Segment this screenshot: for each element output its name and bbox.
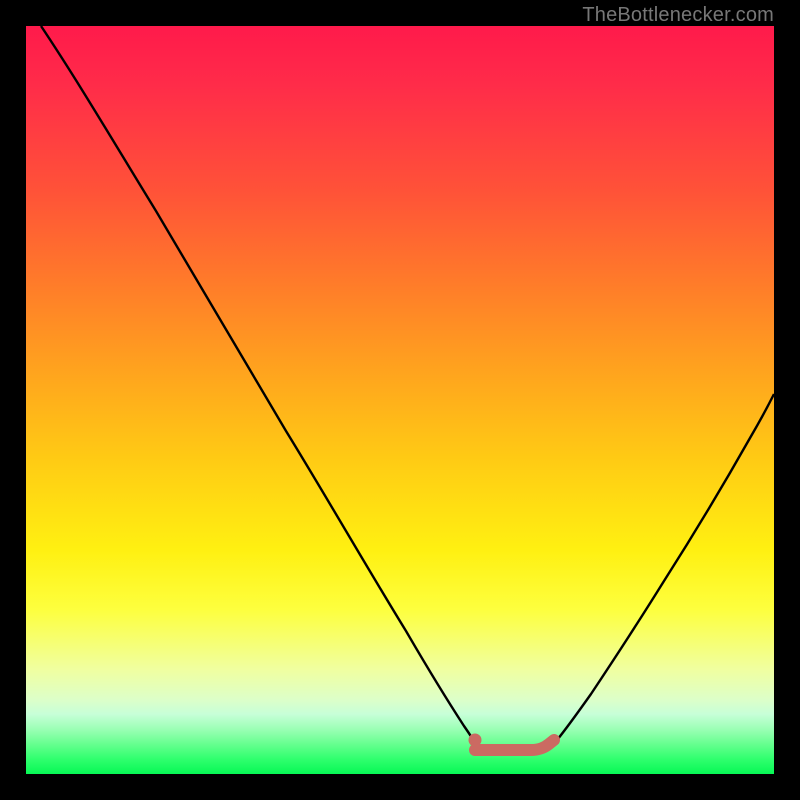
indicator-segment <box>475 740 554 750</box>
curve-layer <box>26 26 774 774</box>
attribution-text: TheBottlenecker.com <box>582 4 774 27</box>
left-curve <box>41 26 477 748</box>
right-curve <box>552 394 774 746</box>
plot-area <box>26 26 774 774</box>
chart-frame: TheBottlenecker.com <box>0 0 800 800</box>
